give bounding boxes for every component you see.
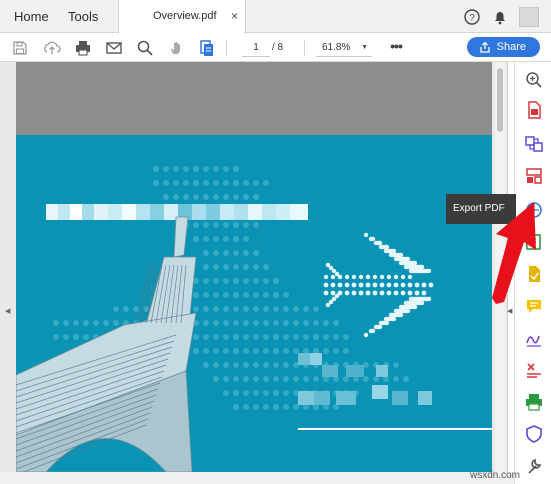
bell-icon[interactable]: [491, 8, 509, 26]
svg-text:?: ?: [469, 13, 475, 24]
page-header-band: [16, 62, 492, 135]
zoom-select[interactable]: 61.8% ▼: [316, 39, 372, 57]
search-icon[interactable]: [135, 38, 155, 58]
save-icon[interactable]: [10, 38, 30, 58]
toolbar-divider: [226, 40, 227, 56]
protect-icon[interactable]: [524, 424, 544, 444]
combine-files-icon[interactable]: [524, 134, 544, 154]
travel-illustration: [16, 166, 492, 472]
left-panel-toggle-icon[interactable]: ◀: [5, 307, 10, 315]
create-pdf-icon[interactable]: [524, 100, 544, 120]
organize-pages-icon[interactable]: [524, 166, 544, 186]
upload-icon[interactable]: [42, 38, 62, 58]
pdf-page: [16, 62, 492, 472]
document-tab[interactable]: Overview.pdf ×: [118, 0, 246, 34]
zoom-value: 61.8%: [322, 42, 351, 53]
tab-home[interactable]: Home: [14, 0, 49, 33]
page-thumbnails-icon[interactable]: [197, 38, 217, 58]
help-icon[interactable]: ?: [463, 8, 481, 26]
redact-icon[interactable]: [524, 360, 544, 380]
page-total: / 8: [272, 42, 284, 53]
scrollbar-thumb[interactable]: [497, 68, 503, 132]
more-options-button[interactable]: •••: [387, 38, 405, 58]
bottom-strip: [0, 472, 514, 484]
avatar[interactable]: [519, 7, 539, 27]
document-tab-label: Overview.pdf: [153, 10, 217, 22]
right-panel-toggle-icon[interactable]: ◀: [507, 307, 512, 315]
print-production-icon[interactable]: [524, 392, 544, 412]
tab-bar: Home Tools Overview.pdf × ?: [0, 0, 551, 34]
close-tab-icon[interactable]: ×: [231, 0, 238, 33]
hand-tool-icon[interactable]: [166, 38, 186, 58]
share-label: Share: [496, 41, 526, 53]
email-icon[interactable]: [104, 38, 124, 58]
share-icon: [480, 41, 490, 53]
more-tools-icon[interactable]: [524, 456, 544, 476]
toolbar-divider: [304, 40, 305, 56]
watermark: wsxdn.com: [470, 470, 521, 481]
share-button[interactable]: Share: [467, 37, 540, 57]
page-number-input[interactable]: 1: [242, 39, 270, 57]
tab-tools[interactable]: Tools: [68, 0, 98, 33]
print-icon[interactable]: [73, 38, 93, 58]
chevron-down-icon: ▼: [361, 44, 368, 51]
red-arrow-annotation: [492, 202, 536, 304]
sign-icon[interactable]: [524, 328, 544, 348]
zoom-icon[interactable]: [524, 70, 544, 90]
